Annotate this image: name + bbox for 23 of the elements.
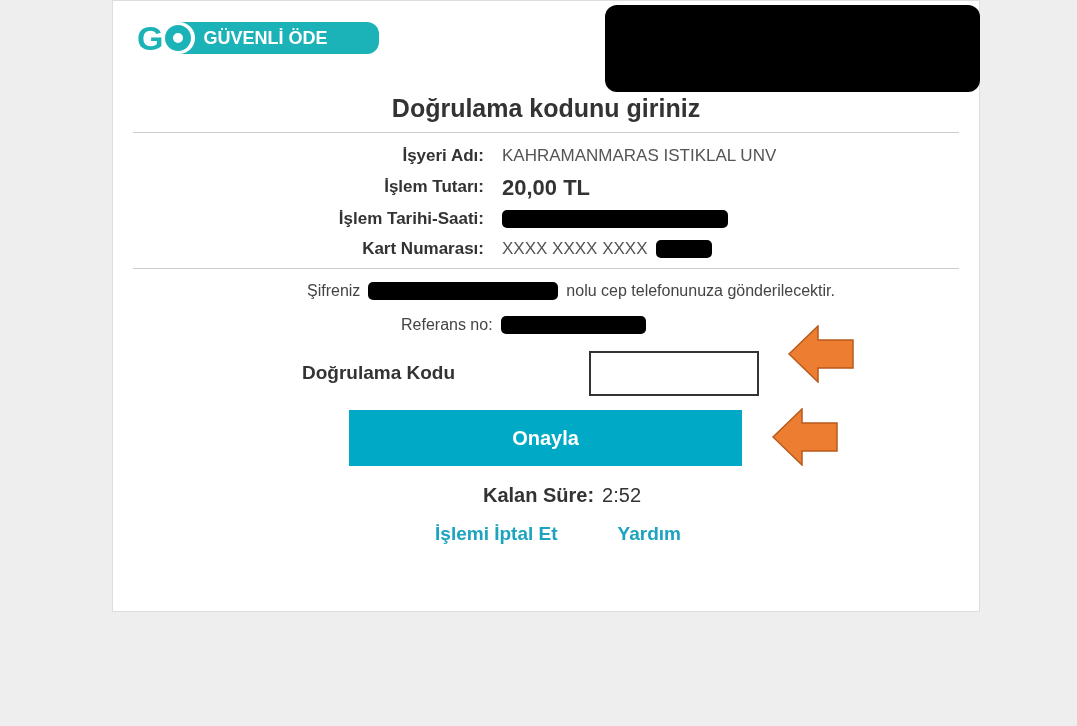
detail-label: İşyeri Adı: [401, 144, 484, 167]
detail-value: XXXX XXXX XXXX [502, 237, 648, 260]
ring-icon [165, 25, 192, 51]
detail-label: Kart Numarası: [361, 237, 484, 260]
code-input-field[interactable] [589, 350, 759, 396]
action-link[interactable]: İşlemi İptal Et [435, 519, 558, 548]
arrow-icon [788, 325, 854, 383]
detail-value: KAHRAMANMARAS ISTIKLAL UNV [502, 144, 777, 167]
code-label: Doğrulama Kodu [302, 360, 457, 385]
page-title: Doğrulama kodunu giriniz [390, 93, 702, 124]
reference-label: Referans no: [401, 314, 493, 335]
notice-text: Şifreniz [307, 280, 361, 301]
timer-value: 2:52 [602, 482, 642, 508]
detail-label: İşlem Tarihi-Saati: [337, 207, 484, 230]
timer-label: Kalan Süre: [482, 482, 595, 508]
detail-label: İşlem Tutarı: [383, 176, 484, 199]
confirm-button[interactable]: Onayla [349, 409, 742, 466]
detail-value: 20,00 TL [502, 173, 591, 202]
logo-letter: G [136, 21, 164, 55]
notice-text: nolu cep telefonunuza gönderilecektir. [566, 280, 835, 301]
action-link[interactable]: Yardım [617, 519, 681, 548]
logo-tagline: GÜVENLİ ÖDE [203, 26, 328, 50]
arrow-icon [772, 408, 838, 466]
